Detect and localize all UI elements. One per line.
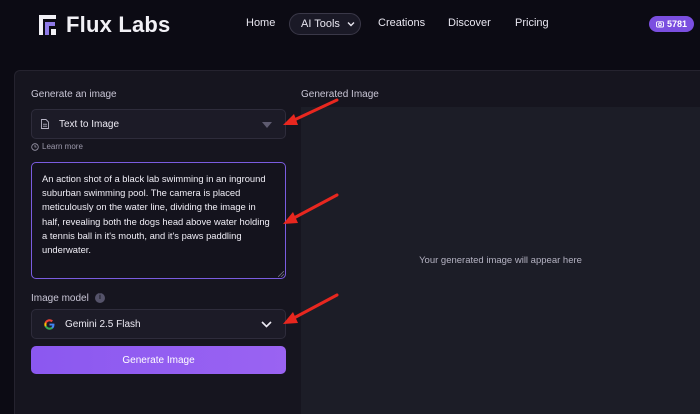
prompt-textarea[interactable]: An action shot of a black lab swimming i…: [31, 162, 286, 279]
chevron-down-icon: [261, 321, 272, 328]
document-icon: [41, 119, 49, 129]
info-icon[interactable]: i: [95, 293, 105, 303]
chevron-down-icon: [347, 22, 355, 27]
nav-pricing[interactable]: Pricing: [515, 17, 549, 29]
model-select[interactable]: Gemini 2.5 Flash: [31, 309, 286, 339]
nav-ai-tools[interactable]: AI Tools: [289, 13, 361, 35]
model-select-value: Gemini 2.5 Flash: [65, 318, 141, 330]
credits-count: 5781: [666, 19, 688, 29]
learn-more-link[interactable]: Learn more: [31, 142, 83, 151]
annotation-arrow-icon: [283, 293, 339, 324]
generate-label: Generate an image: [31, 89, 117, 100]
google-g-icon: [44, 318, 55, 330]
flux-logo-icon: [39, 15, 56, 35]
clock-icon: [31, 142, 39, 151]
generated-image-area: Your generated image will appear here: [301, 107, 700, 414]
nav-creations[interactable]: Creations: [378, 17, 425, 29]
brand-logo[interactable]: Flux Labs: [38, 12, 171, 38]
brand-name: Flux Labs: [66, 12, 171, 37]
nav-home[interactable]: Home: [246, 17, 275, 29]
output-placeholder: Your generated image will appear here: [419, 255, 582, 266]
nav-discover[interactable]: Discover: [448, 17, 491, 29]
mode-select-value: Text to Image: [59, 118, 120, 130]
nav-ai-tools-label: AI Tools: [301, 18, 340, 30]
credits-badge[interactable]: 5781: [649, 16, 694, 32]
caret-down-icon: [262, 122, 272, 128]
generate-image-button[interactable]: Generate Image: [31, 346, 286, 374]
mode-select[interactable]: Text to Image: [31, 109, 286, 139]
learn-more-text: Learn more: [42, 142, 83, 151]
image-model-label: Image model: [31, 293, 89, 304]
annotation-arrow-icon: [283, 193, 339, 224]
resize-handle-icon[interactable]: [278, 271, 284, 277]
top-header: Flux Labs Home AI Tools Creations Discov…: [0, 0, 700, 52]
camera-icon: [656, 21, 664, 28]
annotation-arrow-icon: [283, 98, 339, 125]
